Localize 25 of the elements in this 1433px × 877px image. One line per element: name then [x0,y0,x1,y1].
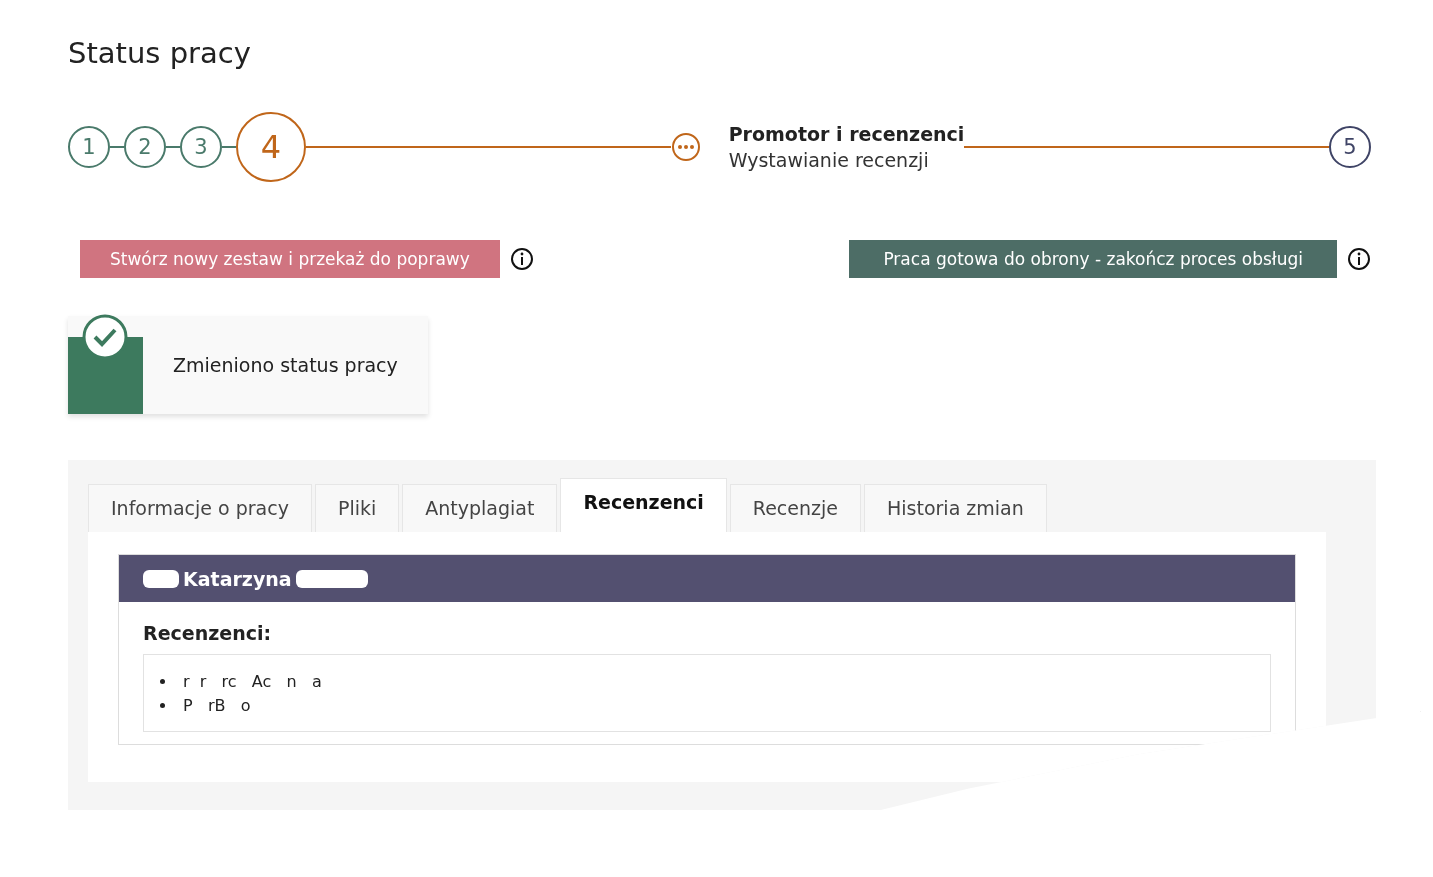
notification-text: Zmieniono status pracy [173,354,398,376]
person-name: Katarzyna [183,567,292,590]
step-circle[interactable]: 1 [68,126,110,168]
info-icon[interactable] [1347,247,1371,271]
substep-subtitle: Wystawianie recenzji [728,149,930,171]
step-circle[interactable]: 2 [124,126,166,168]
tab[interactable]: Recenzje [729,484,861,532]
action-button[interactable]: Praca gotowa do obrony - zakończ proces obsługi [849,240,1337,278]
step-circle[interactable]: 5 [1329,126,1371,168]
tab[interactable]: Pliki [314,484,400,532]
bullet-icon [160,678,165,684]
tab[interactable]: Informacje o pracy [88,484,312,532]
section-label: Recenzenci: [142,621,273,646]
substep-title: Promotor i recenzenci [728,123,965,145]
tab[interactable]: Recenzenci [560,478,727,532]
bullet-icon [160,702,165,708]
info-icon[interactable] [509,247,534,271]
reviewer-name: r r rc Ac n a [183,671,322,691]
step-circle[interactable]: 3 [180,126,222,168]
tab[interactable]: Antyplagiat [402,484,558,532]
tab[interactable]: Historia zmian [864,484,1047,532]
reviewer-name: P rB o [183,695,251,715]
step-circle[interactable]: 4 [236,112,306,182]
redaction-mark [143,569,179,588]
page-title: Status pracy [68,35,252,70]
